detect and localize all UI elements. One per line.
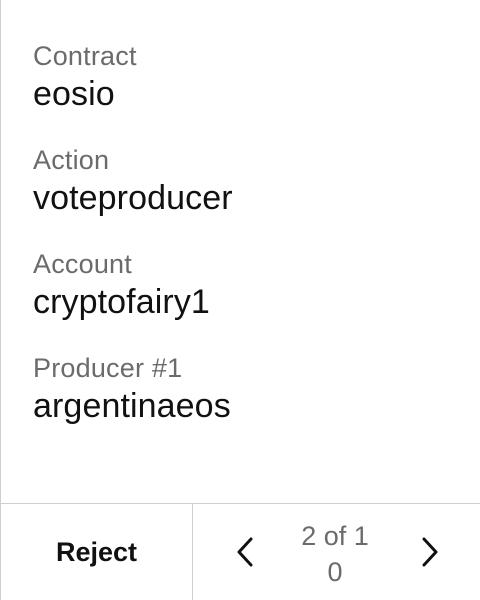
field-producer-1: Producer #1 argentinaeos [33, 352, 460, 426]
field-account: Account cryptofairy1 [33, 248, 460, 322]
transaction-review-screen: Contract eosio Action voteproducer Accou… [0, 0, 480, 600]
field-label-contract: Contract [33, 41, 137, 71]
field-value-action: voteproducer [33, 179, 233, 217]
field-label-producer-1: Producer #1 [33, 353, 183, 383]
field-value-contract: eosio [33, 75, 115, 113]
field-label-account: Account [33, 249, 132, 279]
field-value-producer-1: argentinaeos [33, 387, 231, 425]
action-footer: Reject 2 of 1 0 [1, 503, 480, 600]
page-indicator-line-2: 0 [327, 557, 343, 587]
page-indicator-line-1: 2 of 1 [301, 521, 369, 551]
field-contract: Contract eosio [33, 40, 460, 114]
pagination: 2 of 1 0 [193, 504, 480, 600]
page-indicator: 2 of 1 0 [285, 518, 385, 590]
chevron-right-icon[interactable] [414, 534, 444, 570]
reject-button[interactable]: Reject [1, 504, 193, 600]
field-label-action: Action [33, 145, 110, 175]
field-value-account: cryptofairy1 [33, 283, 210, 321]
transaction-details: Contract eosio Action voteproducer Accou… [33, 40, 460, 456]
chevron-left-icon[interactable] [231, 534, 261, 570]
field-action: Action voteproducer [33, 144, 460, 218]
